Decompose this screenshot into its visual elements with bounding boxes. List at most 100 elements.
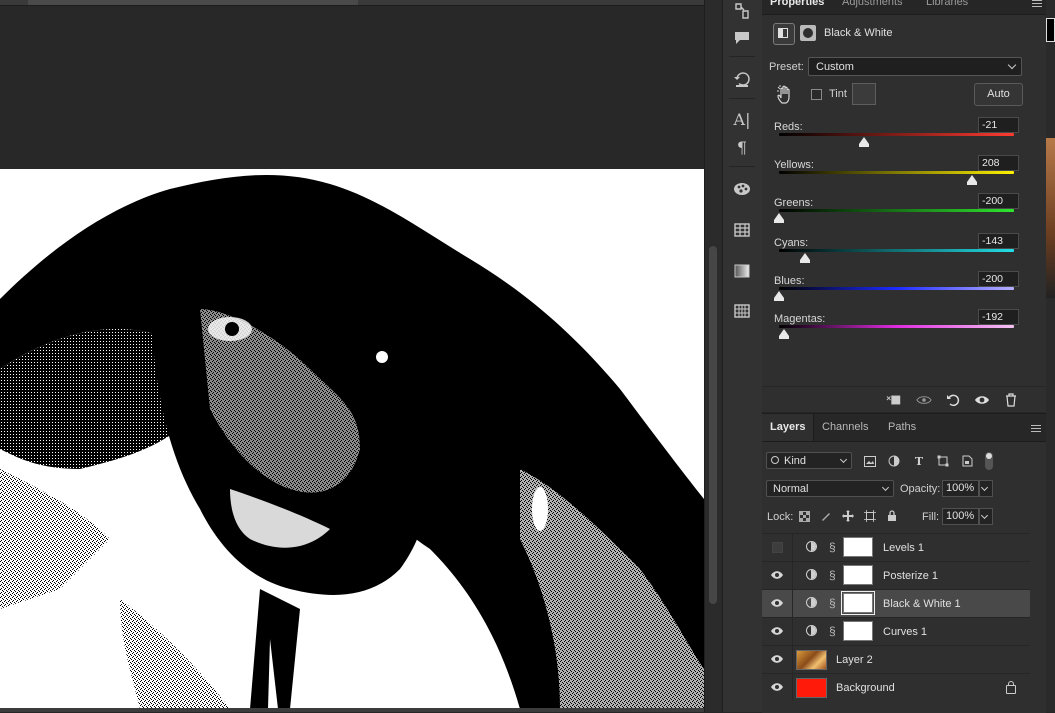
trash-icon[interactable] (1003, 392, 1019, 408)
blend-mode-dropdown[interactable]: Normal (766, 480, 894, 497)
lock-image-pixels-icon[interactable] (819, 509, 833, 523)
link-icon[interactable]: § (829, 540, 836, 554)
panel-menu-icon[interactable] (1032, 0, 1042, 10)
black-white-adjustment-icon[interactable] (773, 23, 795, 45)
table-icon[interactable] (731, 219, 753, 241)
layer-mask-thumbnail[interactable] (843, 537, 873, 557)
link-icon[interactable]: § (829, 596, 836, 610)
type-layer-filter-icon[interactable]: T (912, 454, 926, 468)
tab-channels[interactable]: Channels (814, 414, 876, 441)
slider-thumb[interactable] (966, 175, 977, 185)
reset-icon[interactable] (945, 392, 961, 408)
layer-name[interactable]: Posterize 1 (883, 570, 938, 582)
tint-label: Tint (829, 88, 847, 100)
slider-value-field[interactable]: -200 (978, 193, 1019, 209)
character-icon[interactable]: A| (731, 108, 753, 130)
paragraph-icon[interactable]: ¶ (731, 136, 753, 158)
comment-icon[interactable] (731, 27, 753, 49)
layer-name[interactable]: Black & White 1 (883, 598, 961, 610)
auto-button[interactable]: Auto (974, 83, 1023, 106)
opacity-dropdown[interactable] (979, 480, 993, 497)
filter-toggle[interactable] (985, 452, 993, 470)
lock-artboard-icon[interactable] (863, 509, 877, 523)
lock-position-icon[interactable] (841, 509, 855, 523)
targeted-adjustment-hand-icon[interactable] (776, 85, 794, 105)
layer-row[interactable]: § Curves 1 (762, 617, 1030, 645)
preset-dropdown[interactable]: Custom (808, 57, 1022, 76)
slider-value-field[interactable]: -21 (978, 117, 1019, 133)
slider-label: Yellows: (774, 159, 814, 171)
slider-thumb[interactable] (858, 137, 869, 147)
tab-properties[interactable]: Properties (770, 0, 824, 8)
visibility-icon[interactable] (974, 392, 990, 408)
mask-icon[interactable] (800, 25, 816, 41)
layer-mask-thumbnail[interactable] (843, 621, 873, 641)
eye-icon[interactable] (771, 654, 783, 664)
scrollbar-thumb[interactable] (709, 246, 717, 604)
layer-name[interactable]: Curves 1 (883, 626, 927, 638)
layer-row[interactable]: § Levels 1 (762, 533, 1030, 561)
pixel-layer-filter-icon[interactable] (863, 454, 877, 468)
eye-icon[interactable] (771, 598, 783, 608)
tab-layers[interactable]: Layers (762, 414, 815, 441)
opacity-field[interactable]: 100% (942, 480, 979, 497)
slider-track[interactable] (779, 325, 1014, 328)
layer-row[interactable]: Layer 2 (762, 645, 1030, 673)
layer-name[interactable]: Levels 1 (883, 542, 924, 554)
slider-value-field[interactable]: -192 (978, 309, 1019, 325)
slider-value-field[interactable]: -143 (978, 233, 1019, 249)
link-icon[interactable]: § (829, 624, 836, 638)
slider-value-field[interactable]: -200 (978, 271, 1019, 287)
canvas-vertical-scrollbar[interactable] (704, 0, 723, 712)
panel-menu-icon[interactable] (1031, 423, 1041, 434)
layer-thumbnail[interactable] (796, 678, 827, 698)
tint-checkbox[interactable] (811, 89, 822, 100)
eye-icon[interactable] (771, 682, 783, 692)
slider-track[interactable] (779, 287, 1014, 290)
document-tab-strip[interactable] (0, 0, 704, 6)
layer-row[interactable]: § Posterize 1 (762, 561, 1030, 589)
slider-track[interactable] (779, 171, 1014, 174)
slider-thumb[interactable] (778, 329, 789, 339)
tab-libraries[interactable]: Libraries (926, 0, 968, 8)
slider-thumb[interactable] (774, 213, 784, 223)
shape-layer-filter-icon[interactable] (936, 454, 950, 468)
link-icon[interactable]: § (829, 568, 836, 582)
layer-mask-thumbnail[interactable] (841, 591, 875, 615)
layer-row[interactable]: Background (762, 673, 1030, 701)
document-tab[interactable] (28, 0, 358, 5)
tab-adjustments[interactable]: Adjustments (842, 0, 903, 8)
layer-name[interactable]: Layer 2 (836, 654, 873, 666)
slider-value-field[interactable]: 208 (978, 155, 1019, 171)
smart-object-filter-icon[interactable] (960, 454, 974, 468)
layer-row[interactable]: § Black & White 1 (762, 589, 1030, 617)
slider-track[interactable] (779, 209, 1014, 212)
eye-icon[interactable] (771, 626, 783, 636)
grid-icon[interactable] (731, 300, 753, 322)
slider-thumb[interactable] (774, 291, 784, 301)
adjustment-layer-filter-icon[interactable] (887, 454, 901, 468)
history-brush-icon[interactable] (731, 0, 753, 22)
layer-thumbnail[interactable] (796, 650, 827, 670)
lock-transparent-pixels-icon[interactable] (797, 509, 811, 523)
gradient-icon[interactable] (731, 260, 753, 282)
eye-icon[interactable] (771, 570, 783, 580)
fill-dropdown[interactable] (979, 508, 993, 525)
fill-field[interactable]: 100% (942, 508, 979, 525)
swatches-icon[interactable] (731, 178, 753, 200)
slider-track[interactable] (779, 249, 1014, 252)
history-icon[interactable] (731, 68, 753, 90)
visibility-toggle-off[interactable] (772, 542, 783, 553)
tint-color-swatch[interactable] (852, 83, 876, 105)
clip-to-layer-icon[interactable] (886, 392, 902, 408)
layer-mask-thumbnail[interactable] (843, 565, 873, 585)
lock-all-icon[interactable] (885, 509, 899, 523)
layer-filter-kind-dropdown[interactable]: Kind (766, 452, 852, 469)
slider-thumb[interactable] (799, 253, 810, 263)
view-previous-state-icon[interactable] (916, 392, 932, 408)
canvas-image[interactable] (0, 169, 704, 709)
layer-name[interactable]: Background (836, 682, 895, 694)
document-canvas[interactable] (0, 0, 704, 712)
tab-paths[interactable]: Paths (880, 414, 924, 441)
slider-track[interactable] (779, 133, 1014, 136)
